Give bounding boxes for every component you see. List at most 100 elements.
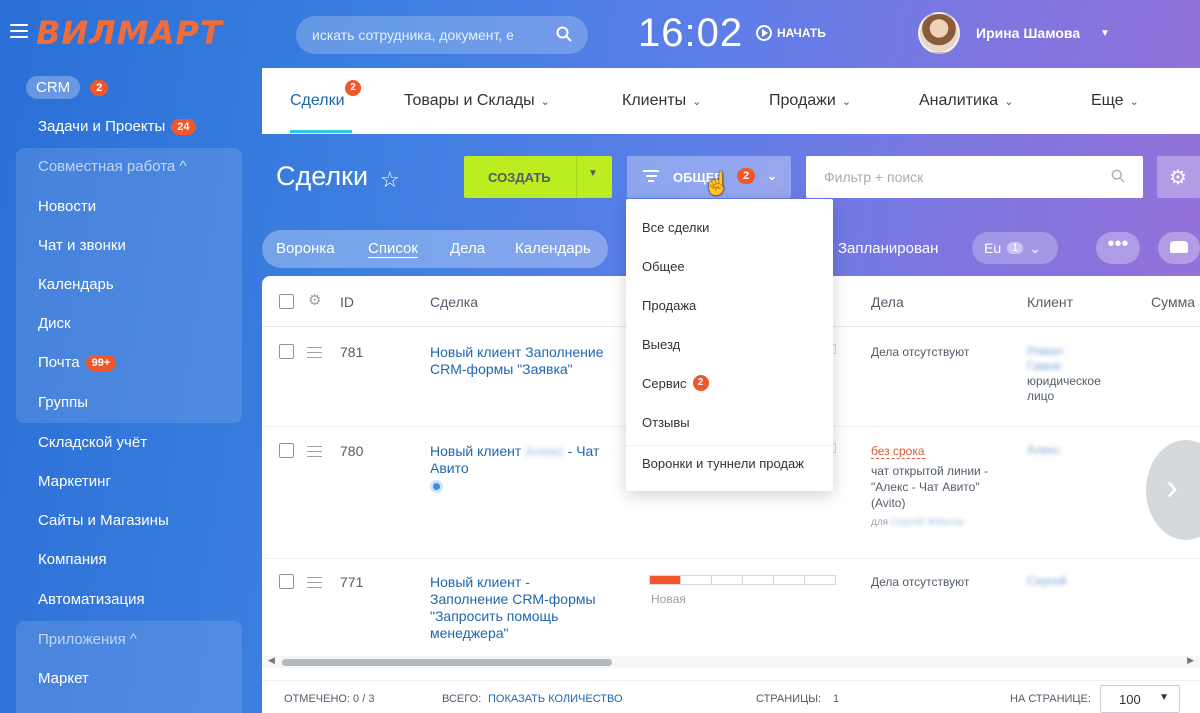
sidebar-item-automation[interactable]: Автоматизация [38,591,145,608]
deal-id: 781 [340,344,364,360]
menu-item-funnels[interactable]: Воронки и туннели продаж [642,456,804,471]
scrollbar-thumb[interactable] [282,659,612,666]
eu-filter[interactable]: Eu 1 ⌄ [972,232,1058,264]
deal-link[interactable]: Новый клиент Алекс - Чат Авито [430,443,610,477]
chevron-down-icon[interactable]: ▼ [1100,28,1110,39]
start-workday-button[interactable]: НАЧАТЬ [756,25,826,41]
search-icon[interactable] [556,26,572,42]
row-checkbox[interactable] [279,574,294,589]
deal-id: 780 [340,443,364,459]
settings-button[interactable]: ⚙ [1157,156,1200,198]
stage-progress-bar[interactable] [649,575,836,585]
chevron-down-icon: ⌄ [1129,95,1139,108]
menu-item-reviews[interactable]: Отзывы [642,415,690,430]
star-icon[interactable]: ☆ [380,167,400,193]
tab-deals[interactable]: Сделки [290,92,345,110]
robots-button[interactable] [1158,232,1200,264]
drag-handle-icon[interactable] [307,446,322,461]
eu-label: Eu [984,240,1002,256]
arrow-left-icon[interactable]: ◀ [268,655,275,666]
row-checkbox[interactable] [279,443,294,458]
start-label: НАЧАТЬ [777,26,826,40]
open-line-icon[interactable] [430,480,443,493]
horizontal-scrollbar[interactable]: ◀ ▶ [262,655,1200,668]
arrow-right-icon[interactable]: ▶ [1187,655,1194,666]
more-button[interactable]: ••• [1096,232,1140,264]
menu-icon[interactable] [10,24,28,38]
view-list[interactable]: Список [368,240,418,258]
filter-placeholder: Фильтр + поиск [824,169,924,185]
drag-handle-icon[interactable] [307,347,322,362]
show-count-link[interactable]: ПОКАЗАТЬ КОЛИЧЕСТВО [488,693,623,705]
view-switcher: Воронка Список Дела Календарь [262,230,608,268]
select-all-checkbox[interactable] [279,294,294,309]
tab-label: Сделки [290,92,345,109]
sidebar-item-market[interactable]: Маркет [38,670,89,687]
deal-id: 771 [340,574,364,590]
create-button[interactable]: СОЗДАТЬ ▼ [464,156,612,198]
robot-icon [1170,241,1188,253]
brand-logo[interactable]: ВИЛМАРТ [36,14,223,52]
tab-sales[interactable]: Продажи ⌄ [769,92,851,110]
sidebar-item-news[interactable]: Новости [38,198,96,215]
view-calendar[interactable]: Календарь [515,240,591,257]
sidebar-item-sites[interactable]: Сайты и Магазины [38,512,169,529]
play-icon [756,25,772,41]
column-header-client[interactable]: Клиент [1027,294,1073,310]
column-header-activities[interactable]: Дела [871,294,904,310]
menu-item-general[interactable]: Общее [642,259,685,274]
user-name[interactable]: Ирина Шамова [976,25,1080,41]
client-name-redacted[interactable]: Алекс [1027,443,1127,458]
column-header-deal[interactable]: Сделка [430,294,478,310]
filter-search-input[interactable]: Фильтр + поиск [806,156,1143,198]
sidebar-item-mail[interactable]: Почта 99+ [38,354,117,371]
tab-analytics[interactable]: Аналитика ⌄ [919,92,1013,110]
client-cell: Роман Гамов юридическое лицо [1027,344,1127,404]
divider [626,445,833,446]
client-name-redacted[interactable]: Сергей [1027,574,1127,589]
sidebar-item-disk[interactable]: Диск [38,315,71,332]
column-header-id[interactable]: ID [340,294,354,310]
sidebar-group-title[interactable]: Приложения ^ [38,631,137,648]
tab-more[interactable]: Еще ⌄ [1091,92,1139,110]
column-header-sum[interactable]: Сумма [1151,294,1195,310]
sidebar-item-chat[interactable]: Чат и звонки [38,237,126,254]
menu-item-visit[interactable]: Выезд [642,337,680,352]
tab-clients[interactable]: Клиенты ⌄ [622,92,701,110]
menu-item-sale[interactable]: Продажа [642,298,696,313]
menu-item-all-deals[interactable]: Все сделки [642,220,709,235]
view-activities[interactable]: Дела [450,240,485,257]
search-icon[interactable] [1111,169,1125,183]
sidebar-item-marketing[interactable]: Маркетинг [38,473,111,490]
row-checkbox[interactable] [279,344,294,359]
activities-cell: без срока чат открытой линии - "Алекс - … [871,443,1001,531]
sidebar-group-title[interactable]: Совместная работа ^ [38,158,186,175]
activity-text[interactable]: чат открытой линии - "Алекс - Чат Авито"… [871,463,1001,511]
menu-item-service[interactable]: Сервис 2 [642,375,709,391]
view-kanban[interactable]: Воронка [276,240,335,257]
filter-icon [643,170,659,185]
caret-down-icon[interactable]: ▼ [588,168,598,179]
deal-link[interactable]: Новый клиент - Заполнение CRM-формы "Зап… [430,574,610,642]
counter-badge: 2 [345,80,361,96]
tab-label: Продажи [769,92,836,109]
per-page-select[interactable]: 100 ▼ [1100,685,1180,713]
sidebar-item-calendar[interactable]: Календарь [38,276,114,293]
tab-products[interactable]: Товары и Склады ⌄ [404,92,550,110]
drag-handle-icon[interactable] [307,577,322,592]
sidebar-item-tasks[interactable]: Задачи и Проекты 24 [38,118,196,135]
avatar[interactable] [918,12,960,54]
create-label: СОЗДАТЬ [488,170,551,185]
sidebar-item-warehouse[interactable]: Складской учёт [38,434,147,451]
counter-badge: 2 [737,168,756,184]
sidebar-item-crm[interactable]: CRM 2 [26,76,109,99]
sidebar-item-company[interactable]: Компания [38,551,107,568]
gear-icon[interactable]: ⚙ [308,291,321,309]
planned-filter[interactable]: Запланирован [838,240,938,257]
sidebar-item-groups[interactable]: Группы [38,394,88,411]
deadline-label[interactable]: без срока [871,444,925,459]
deal-link[interactable]: Новый клиент Заполнение CRM-формы "Заявк… [430,344,610,378]
page-number[interactable]: 1 [833,693,839,705]
client-name-redacted[interactable]: Роман Гамов [1027,344,1127,374]
global-search-input[interactable]: искать сотрудника, документ, е [296,16,588,54]
